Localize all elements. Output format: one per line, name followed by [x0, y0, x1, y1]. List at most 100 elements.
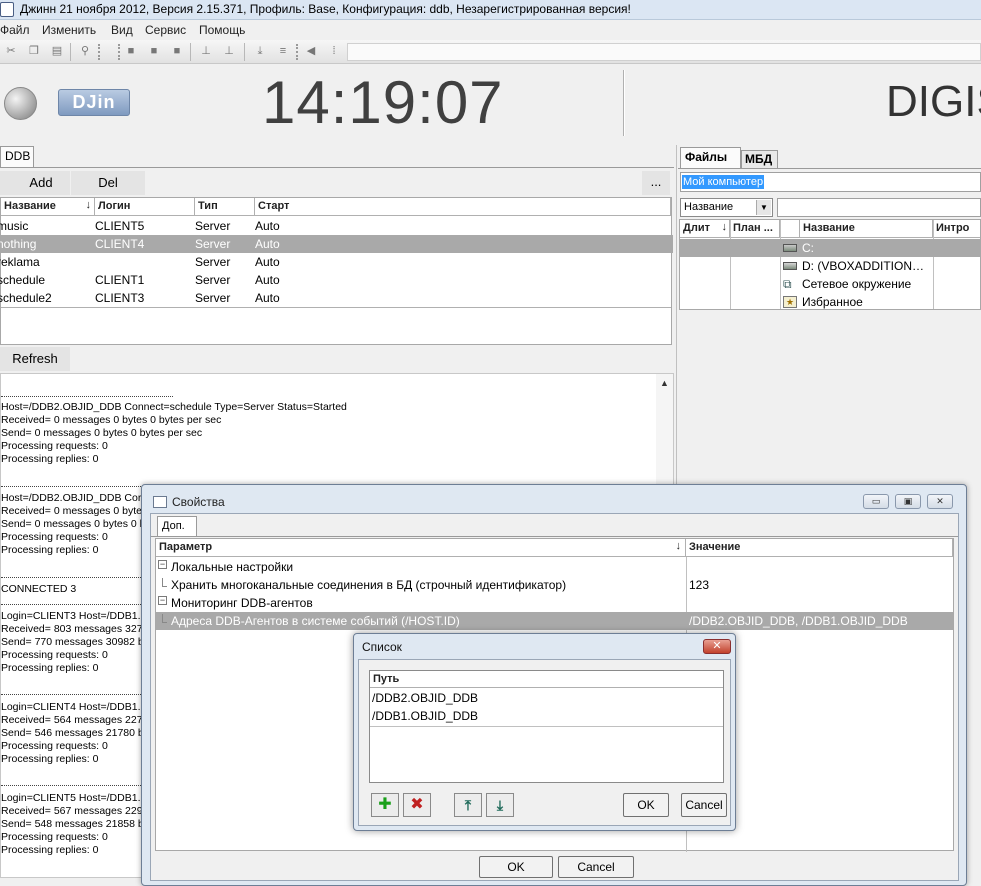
move-down-icon[interactable]: ⤓ — [486, 793, 514, 817]
log-line: CONNECTED 3 — [1, 583, 77, 595]
list-item[interactable]: /DDB2.OBJID_DDB — [372, 691, 478, 705]
list-item[interactable]: C: — [680, 239, 980, 257]
record-icon[interactable]: ■ — [170, 44, 184, 58]
sort-arrow-icon: ↓ — [721, 221, 728, 233]
download-icon[interactable]: ⤓ — [253, 44, 267, 58]
filter-input[interactable] — [777, 198, 981, 217]
djin-logo: DJin — [58, 89, 130, 116]
add-icon[interactable]: ✚ — [371, 793, 399, 817]
log-line: Received= 0 messages 0 byte — [1, 505, 142, 517]
log-line: Send= 548 messages 21858 b — [1, 818, 144, 830]
table-row[interactable]: schedule CLIENT1 Server Auto — [0, 271, 673, 289]
tab-mbd[interactable]: МБД — [741, 150, 778, 168]
paste-icon[interactable]: ▤ — [50, 44, 64, 58]
log-line: Send= 546 messages 21780 b — [1, 727, 144, 739]
cut-icon[interactable]: ✂ — [4, 44, 18, 58]
ok-button[interactable]: OK — [623, 793, 669, 817]
network-icon: ⧉ — [783, 277, 792, 291]
log-line: Processing replies: 0 — [1, 662, 99, 674]
align-right-icon[interactable]: ⊥ — [222, 44, 236, 58]
pause-icon[interactable]: ■ — [147, 44, 161, 58]
menu-view[interactable]: Вид — [111, 23, 133, 37]
sort-select[interactable]: Название ▼ — [680, 198, 773, 217]
col-path[interactable]: Путь — [370, 671, 723, 688]
list-item[interactable]: ⧉ Сетевое окружение — [680, 275, 980, 293]
col-value[interactable]: Значение — [686, 539, 953, 557]
col-duration[interactable]: Длит ↓ — [680, 220, 730, 238]
tree-row[interactable]: − Локальные настройки — [156, 558, 953, 576]
col-filename[interactable]: Название — [800, 220, 933, 238]
list-item[interactable]: ★ Избранное — [680, 293, 980, 309]
refresh-button[interactable]: Refresh — [0, 347, 70, 371]
ok-button[interactable]: OK — [479, 856, 553, 878]
path-field[interactable]: Мой компьютер — [680, 172, 981, 192]
more-button[interactable]: ... — [642, 171, 670, 195]
table-row[interactable]: schedule2 CLIENT3 Server Auto — [0, 289, 673, 307]
close-icon[interactable]: ✕ — [927, 494, 953, 509]
volume-icon[interactable]: ◀ — [304, 44, 318, 58]
clock-area: DJin 14:19:07 DIGIS — [0, 65, 981, 143]
table-row[interactable]: music CLIENT5 Server Auto — [0, 217, 673, 235]
cancel-button[interactable]: Cancel — [681, 793, 727, 817]
close-icon[interactable]: ✕ — [703, 639, 731, 654]
window-title-bar: Джинн 21 ноября 2012, Версия 2.15.371, П… — [0, 0, 981, 20]
copy-icon[interactable]: ❐ — [27, 44, 41, 58]
col-type[interactable]: Тип — [195, 198, 255, 216]
menu-service[interactable]: Сервис — [145, 23, 186, 37]
log-line: Send= 0 messages 0 bytes 0 b — [1, 518, 146, 530]
tree-row[interactable]: Хранить многоканальные соединения в БД (… — [156, 576, 953, 594]
drive-icon — [783, 262, 797, 270]
scroll-up-icon[interactable]: ▲ — [660, 378, 669, 388]
chevron-down-icon[interactable]: ▼ — [756, 200, 771, 215]
del-button[interactable]: Del — [71, 171, 145, 195]
add-button[interactable]: Add — [0, 171, 70, 195]
col-intro[interactable]: Интро — [933, 220, 980, 238]
tree-row[interactable]: − Мониторинг DDB-агентов — [156, 594, 953, 612]
log-line: Received= 0 messages 0 bytes 0 bytes per… — [1, 414, 222, 426]
tab-files[interactable]: Файлы — [680, 147, 741, 168]
list-body: Путь /DDB2.OBJID_DDB /DDB1.OBJID_DDB ✚ ✖… — [358, 659, 731, 826]
log-line: Login=CLIENT3 Host=/DDB1. — [1, 610, 141, 622]
brand-text: DIGIS — [886, 77, 981, 126]
find-icon[interactable]: ⚲ — [78, 44, 92, 58]
tab-additional[interactable]: Доп. — [157, 516, 197, 536]
list-item[interactable]: D: (VBOXADDITION… — [680, 257, 980, 275]
move-up-icon[interactable]: ⤒ — [454, 793, 482, 817]
log-line: Processing requests: 0 — [1, 531, 108, 543]
stop-icon[interactable]: ■ — [124, 44, 138, 58]
panel-splitter[interactable] — [676, 145, 679, 485]
list-item[interactable]: /DDB1.OBJID_DDB — [372, 709, 478, 723]
table-row[interactable]: reklama Server Auto — [0, 253, 673, 271]
log-line: Host=/DDB2.OBJID_DDB Cor — [1, 492, 142, 504]
align-left-icon[interactable]: ⊥ — [199, 44, 213, 58]
log-line: Processing replies: 0 — [1, 453, 99, 465]
menu-edit[interactable]: Изменить — [42, 23, 96, 37]
path-value: Мой компьютер — [682, 175, 765, 189]
col-start[interactable]: Старт — [255, 198, 671, 216]
minimize-icon[interactable]: ▭ — [863, 494, 889, 509]
tree-row-selected[interactable]: Адреса DDB-Агентов в системе событий (/H… — [156, 612, 953, 630]
files-table: Длит ↓ План ... Название Интро C: D: (VB… — [679, 219, 981, 310]
col-login[interactable]: Логин — [95, 198, 195, 216]
cancel-button[interactable]: Cancel — [558, 856, 634, 878]
col-icon[interactable] — [780, 220, 800, 238]
menu-file[interactable]: Файл — [0, 23, 30, 37]
grid-icon[interactable]: ⁞ — [327, 44, 341, 58]
tab-ddb[interactable]: DDB — [0, 146, 34, 167]
menu-help[interactable]: Помощь — [199, 23, 245, 37]
collapse-icon[interactable]: − — [158, 596, 167, 605]
col-plan[interactable]: План ... — [730, 220, 780, 238]
log-line: Send= 770 messages 30982 b — [1, 636, 144, 648]
log-line: Processing requests: 0 — [1, 649, 108, 661]
col-name[interactable]: Название ↓ — [1, 198, 95, 216]
maximize-icon[interactable]: ▣ — [895, 494, 921, 509]
table-row-selected[interactable]: nothing CLIENT4 Server Auto — [0, 235, 673, 253]
delete-icon[interactable]: ✖ — [403, 793, 431, 817]
drive-icon — [783, 244, 797, 252]
list-dialog: Список ✕ Путь /DDB2.OBJID_DDB /DDB1.OBJI… — [353, 633, 736, 831]
collapse-icon[interactable]: − — [158, 560, 167, 569]
col-parameter[interactable]: Параметр ↓ — [156, 539, 686, 557]
toolbar-strip — [347, 43, 981, 61]
sort-arrow-icon: ↓ — [85, 199, 92, 211]
list-mode-icon[interactable]: ≡ — [276, 44, 290, 58]
